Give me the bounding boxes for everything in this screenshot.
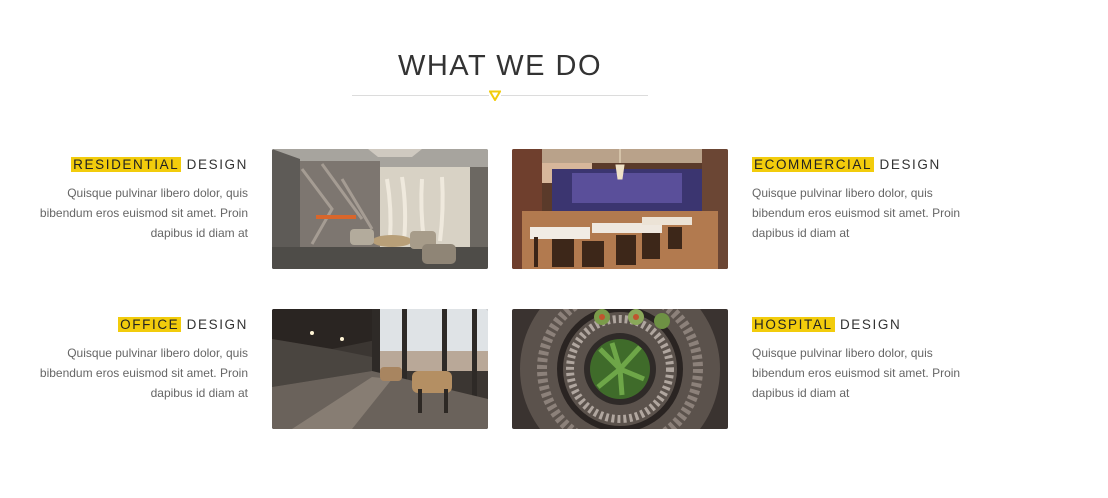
restaurant-interior-photo[interactable] — [512, 149, 728, 269]
service-heading-suffix: DESIGN — [186, 157, 248, 172]
service-heading-highlight: RESIDENTIAL — [71, 157, 182, 172]
service-heading-highlight: ECOMMERCIAL — [752, 157, 875, 172]
service-heading-highlight: OFFICE — [118, 317, 182, 332]
service-description: Quisque pulvinar libero dolor, quis bibe… — [39, 186, 248, 240]
service-heading-suffix: DESIGN — [839, 317, 902, 332]
spiral-staircase-photo[interactable] — [512, 309, 728, 429]
service-heading: HOSPITAL DESIGN — [752, 316, 962, 334]
service-description: Quisque pulvinar libero dolor, quis bibe… — [752, 346, 961, 400]
service-heading: OFFICE DESIGN — [38, 316, 248, 334]
service-office: OFFICE DESIGN Quisque pulvinar libero do… — [38, 316, 248, 403]
service-description: Quisque pulvinar libero dolor, quis bibe… — [39, 346, 248, 400]
service-heading-suffix: DESIGN — [879, 157, 941, 172]
service-heading: ECOMMERCIAL DESIGN — [752, 156, 962, 174]
service-heading-highlight: HOSPITAL — [752, 317, 835, 332]
triangle-down-icon — [489, 90, 501, 101]
office-corridor-photo[interactable] — [272, 309, 488, 429]
service-hospital: HOSPITAL DESIGN Quisque pulvinar libero … — [752, 316, 962, 403]
service-heading-suffix: DESIGN — [186, 317, 248, 332]
service-residential: RESIDENTIAL DESIGN Quisque pulvinar libe… — [38, 156, 248, 243]
service-heading: RESIDENTIAL DESIGN — [38, 156, 248, 174]
service-description: Quisque pulvinar libero dolor, quis bibe… — [752, 186, 961, 240]
residential-interior-photo[interactable] — [272, 149, 488, 269]
service-ecommercial: ECOMMERCIAL DESIGN Quisque pulvinar libe… — [752, 156, 962, 243]
section-title: WHAT WE DO — [397, 50, 603, 83]
